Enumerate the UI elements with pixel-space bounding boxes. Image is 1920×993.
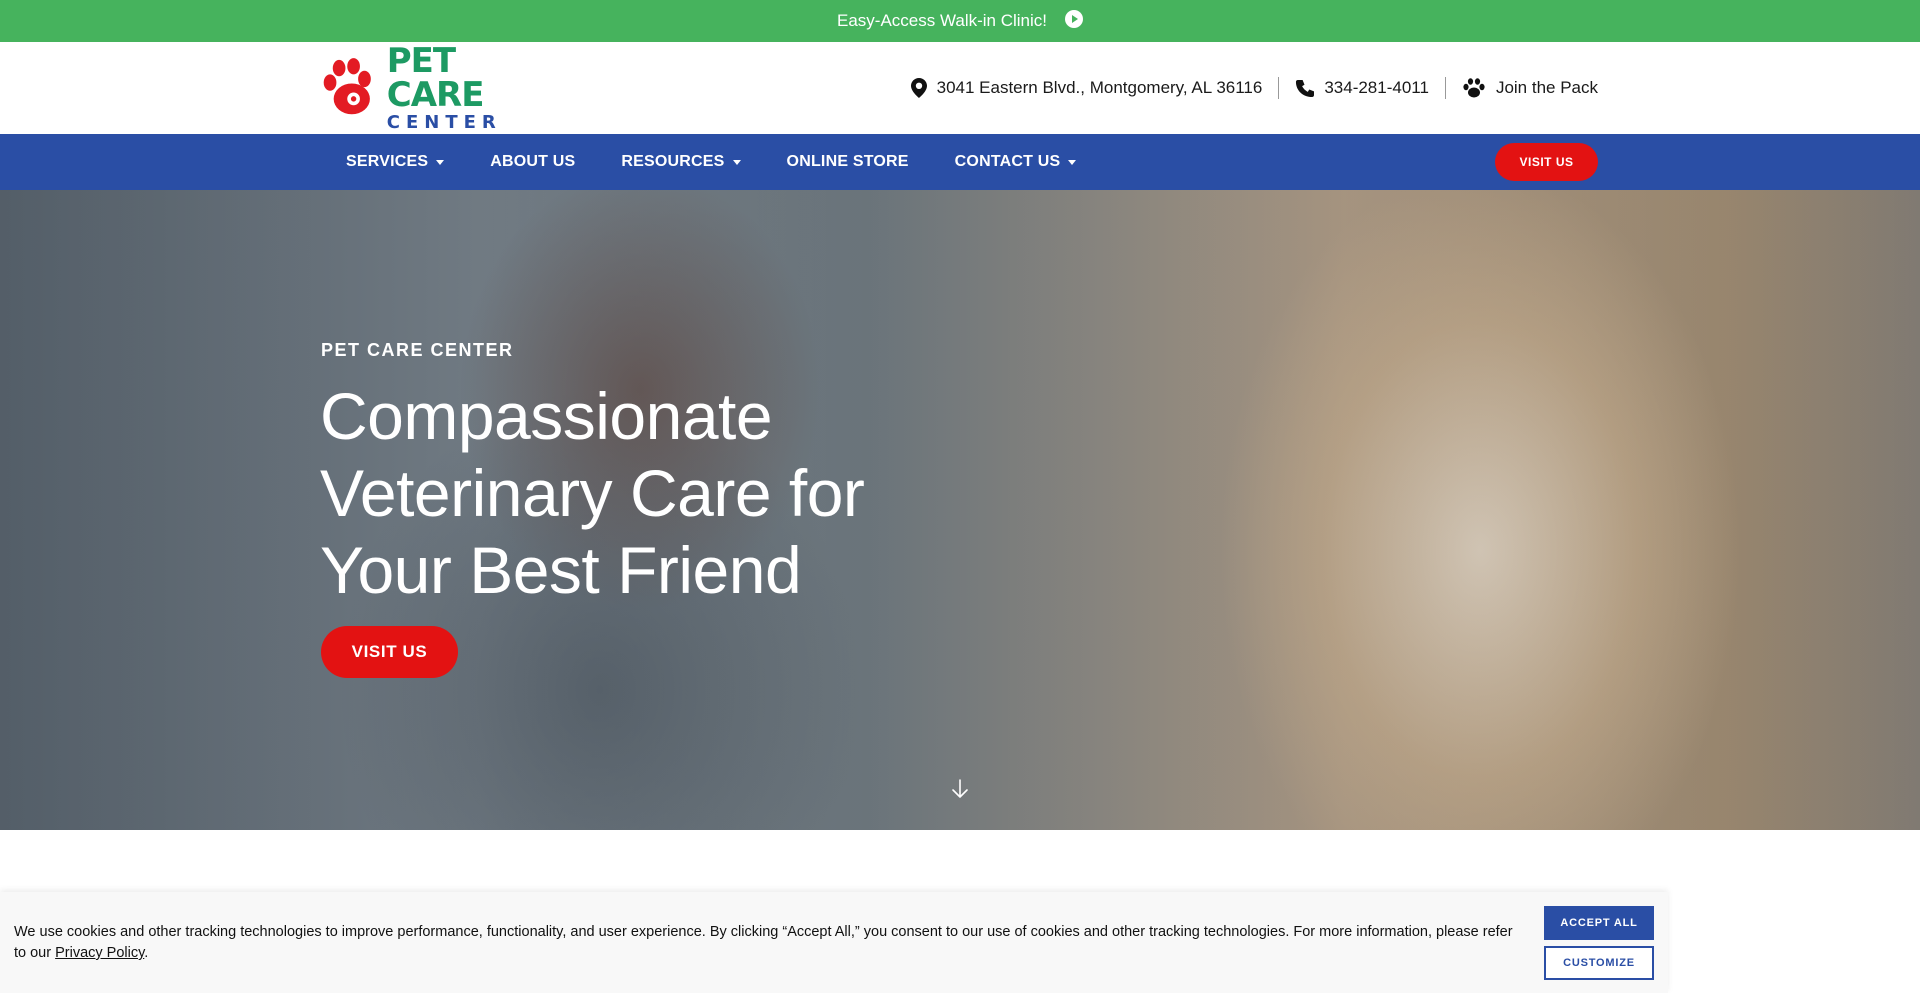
- phone-icon: [1296, 79, 1315, 97]
- nav-label[interactable]: RESOURCES: [621, 153, 724, 171]
- address-text[interactable]: 3041 Eastern Blvd., Montgomery, AL 36116: [937, 78, 1263, 98]
- hero-eyebrow: PET CARE CENTER: [321, 340, 514, 360]
- address-link[interactable]: 3041 Eastern Blvd., Montgomery, AL 36116: [910, 78, 1263, 98]
- announcement-bar[interactable]: Easy-Access Walk-in Clinic!: [0, 0, 1920, 42]
- divider: [1278, 77, 1280, 99]
- caret-down-icon: [1068, 159, 1077, 165]
- cookie-message-end: .: [144, 945, 149, 961]
- map-pin-icon: [910, 78, 927, 98]
- logo-title: PET CARE: [386, 41, 485, 115]
- caret-down-icon: [436, 159, 445, 165]
- arrow-down-icon[interactable]: [950, 778, 970, 800]
- hero-title-line: Your Best Friend: [320, 533, 802, 607]
- hero-title: Compassionate Veterinary Care for Your B…: [320, 378, 920, 609]
- nav-label[interactable]: ABOUT US: [490, 153, 575, 171]
- phone-text[interactable]: 334-281-4011: [1324, 78, 1429, 98]
- hero-section: PET CARE CENTER Compassionate Veterinary…: [0, 190, 1920, 830]
- nav-item-services[interactable]: SERVICES: [346, 153, 445, 171]
- visit-us-button[interactable]: VISIT US: [1495, 143, 1598, 181]
- nav-item-online-store[interactable]: ONLINE STORE: [787, 153, 909, 171]
- nav-item-contact-us[interactable]: CONTACT US: [955, 153, 1077, 171]
- phone-link[interactable]: 334-281-4011: [1295, 78, 1429, 98]
- hero-title-line: Compassionate: [320, 379, 773, 453]
- site-logo[interactable]: PET CARE CENTER: [321, 44, 546, 132]
- arrow-right-circle-icon[interactable]: [1065, 10, 1084, 28]
- nav-label[interactable]: ONLINE STORE: [787, 153, 909, 171]
- hero-title-line: Veterinary Care for: [320, 456, 865, 530]
- announcement-text[interactable]: Easy-Access Walk-in Clinic!: [837, 11, 1047, 31]
- join-text[interactable]: Join the Pack: [1496, 78, 1598, 98]
- accept-all-button[interactable]: ACCEPT ALL: [1544, 906, 1654, 940]
- paw-logo-icon: [323, 58, 371, 115]
- hero-background-image: [0, 190, 1920, 830]
- customize-button[interactable]: CUSTOMIZE: [1544, 946, 1654, 980]
- header-contact: 3041 Eastern Blvd., Montgomery, AL 36116…: [910, 42, 1598, 134]
- logo-subtitle: CENTER: [386, 112, 502, 133]
- main-nav: SERVICES ABOUT US RESOURCES ONLINE STORE…: [346, 134, 1122, 190]
- site-header: PET CARE CENTER 3041 Eastern Blvd., Mont…: [0, 42, 1920, 134]
- privacy-policy-link[interactable]: Privacy Policy: [55, 945, 144, 961]
- cookie-message: We use cookies and other tracking techno…: [14, 924, 1513, 961]
- cookie-banner: We use cookies and other tracking techno…: [0, 892, 1668, 993]
- cookie-text: We use cookies and other tracking techno…: [14, 922, 1514, 964]
- divider: [1444, 77, 1446, 99]
- nav-label[interactable]: SERVICES: [346, 153, 428, 171]
- main-navbar: SERVICES ABOUT US RESOURCES ONLINE STORE…: [0, 134, 1920, 190]
- caret-down-icon: [732, 159, 741, 165]
- join-link[interactable]: Join the Pack: [1462, 78, 1598, 98]
- hero-visit-us-button[interactable]: VISIT US: [321, 626, 458, 678]
- nav-label[interactable]: CONTACT US: [955, 153, 1061, 171]
- nav-item-about-us[interactable]: ABOUT US: [490, 153, 575, 171]
- paw-icon: [1463, 78, 1485, 98]
- nav-item-resources[interactable]: RESOURCES: [621, 153, 741, 171]
